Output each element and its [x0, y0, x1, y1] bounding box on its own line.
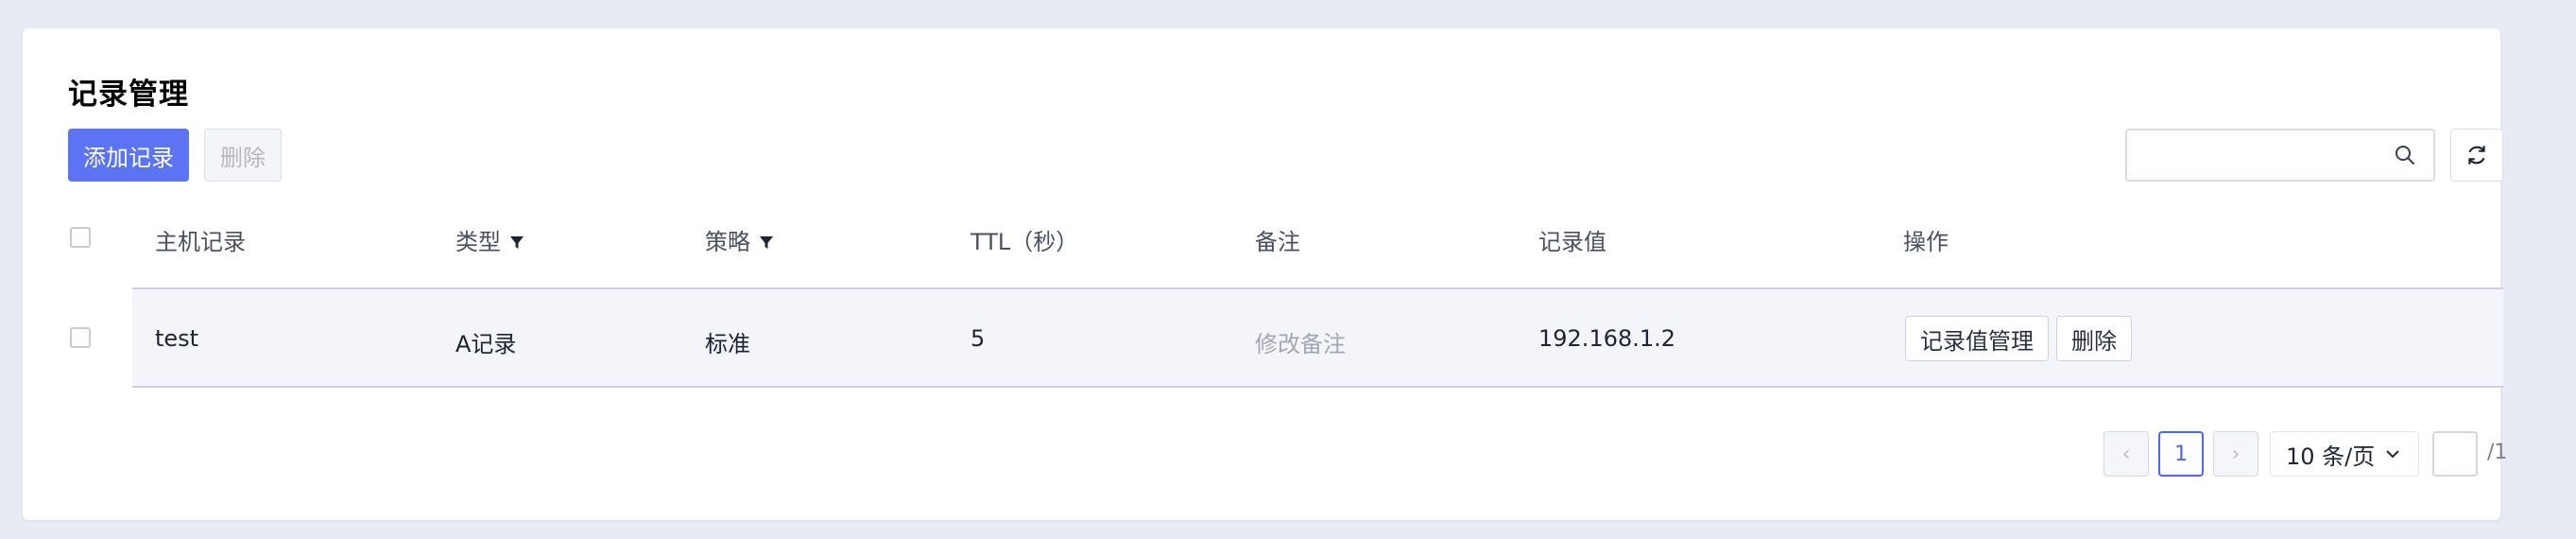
select-all-checkbox[interactable] [70, 227, 91, 248]
col-header-strategy[interactable]: 策略 [705, 223, 773, 256]
cell-ttl: 5 [970, 325, 986, 352]
prev-page-button[interactable]: ‹ [2104, 431, 2149, 477]
search-input[interactable] [2137, 138, 2396, 174]
search-icon[interactable] [2394, 144, 2416, 166]
col-header-actions: 操作 [1903, 229, 1949, 255]
col-header-type-label: 类型 [455, 229, 501, 255]
filter-icon[interactable] [759, 236, 773, 250]
next-page-button[interactable]: › [2213, 431, 2258, 477]
col-header-value: 记录值 [1538, 229, 1606, 255]
page-size-label: 10 条/页 [2286, 443, 2376, 470]
row-checkbox[interactable] [70, 327, 91, 348]
col-header-strategy-label: 策略 [705, 229, 750, 255]
col-header-type[interactable]: 类型 [455, 223, 524, 256]
records-card: 记录管理 添加记录 删除 主机记录 类型 策略 TTL（秒） 备注 记录值 操作… [23, 28, 2507, 520]
delete-button: 删除 [204, 129, 282, 182]
page-jump-input[interactable] [2432, 431, 2478, 477]
cell-type: A记录 [455, 331, 517, 357]
page-size-select[interactable]: 10 条/页 [2270, 431, 2419, 477]
manage-values-button[interactable]: 记录值管理 [1905, 316, 2049, 361]
filter-icon[interactable] [509, 236, 524, 250]
refresh-icon [2468, 146, 2485, 165]
row-delete-button[interactable]: 删除 [2056, 316, 2132, 361]
cell-host: test [155, 325, 199, 352]
cell-strategy: 标准 [705, 331, 750, 357]
chevron-down-icon [2386, 450, 2399, 459]
page-title: 记录管理 [68, 78, 189, 112]
add-record-button[interactable]: 添加记录 [68, 129, 189, 182]
cell-value: 192.168.1.2 [1538, 325, 1676, 352]
col-header-ttl: TTL（秒） [970, 229, 1079, 255]
edit-remark-link[interactable]: 修改备注 [1255, 325, 1346, 358]
page-1-button[interactable]: 1 [2158, 431, 2204, 477]
col-header-host: 主机记录 [155, 229, 246, 255]
total-pages: /1 [2487, 441, 2508, 464]
col-header-remark: 备注 [1255, 229, 1300, 255]
refresh-button[interactable] [2450, 129, 2503, 182]
search-box[interactable] [2125, 129, 2435, 182]
